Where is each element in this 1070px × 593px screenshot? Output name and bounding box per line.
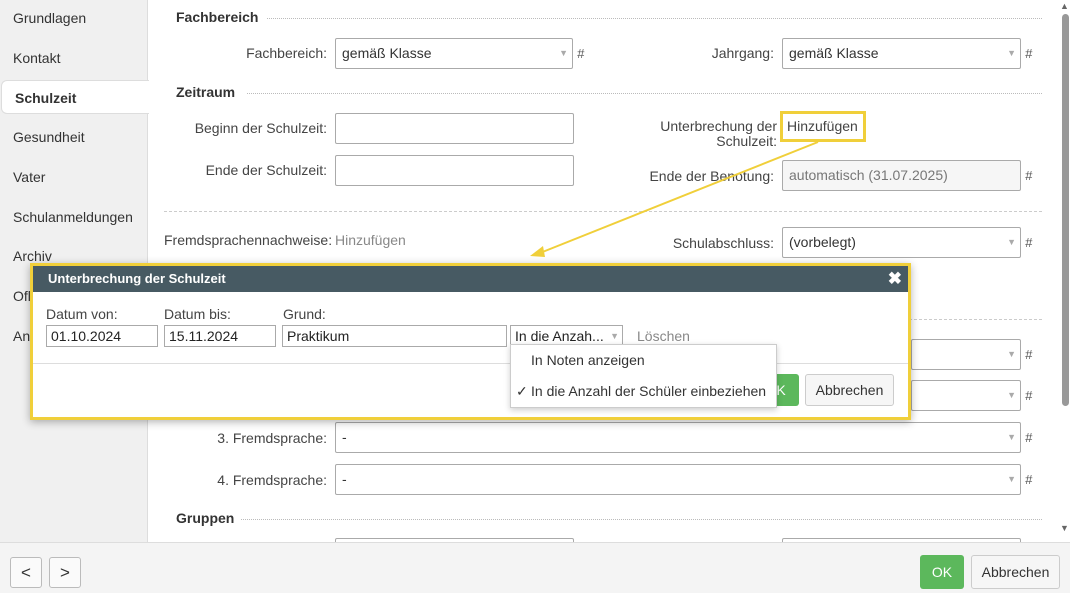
unterbrechung-label-line2: Schulzeit: — [716, 133, 777, 149]
fremdsprachen-label: Fremdsprachennachweise: — [164, 232, 333, 248]
fremdsprache-4-select[interactable]: - ▼ — [335, 464, 1021, 495]
cancel-button[interactable]: Abbrechen — [971, 555, 1060, 589]
section-divider — [241, 519, 1042, 520]
schulabschluss-label: Schulabschluss: — [672, 235, 774, 251]
hash-icon[interactable]: # — [577, 46, 584, 61]
hash-icon[interactable]: # — [1025, 388, 1032, 403]
chevron-down-icon: ▼ — [1007, 237, 1016, 247]
jahrgang-label: Jahrgang: — [711, 45, 774, 61]
section-divider — [247, 93, 1042, 94]
sidebar-item-gesundheit[interactable]: Gesundheit — [0, 120, 148, 154]
vertical-scrollbar[interactable]: ▲ ▼ — [1059, 0, 1070, 542]
section-divider — [267, 18, 1042, 19]
grund-label: Grund: — [283, 306, 326, 322]
fremdsprache-3-value: - — [342, 429, 347, 445]
hash-icon[interactable]: # — [1025, 235, 1032, 250]
ok-button[interactable]: OK — [920, 555, 964, 589]
datum-von-label: Datum von: — [46, 306, 118, 322]
scroll-up-icon[interactable]: ▲ — [1060, 1, 1069, 11]
section-title-zeitraum: Zeitraum — [176, 84, 236, 100]
dialog-title: Unterbrechung der Schulzeit — [48, 271, 226, 286]
dashed-divider — [909, 319, 1042, 320]
hidden-select-1[interactable]: ▼ — [911, 339, 1021, 370]
unterbrechung-dialog: Unterbrechung der Schulzeit ✖ Datum von:… — [30, 263, 911, 420]
sidebar-item-kontakt[interactable]: Kontakt — [0, 41, 148, 75]
chevron-down-icon: ▼ — [1007, 432, 1016, 442]
loeschen-link[interactable]: Löschen — [637, 328, 690, 344]
grund-input[interactable]: Praktikum — [282, 325, 507, 347]
dropdown-option-label: In die Anzahl der Schüler einbeziehen — [531, 383, 767, 399]
chevron-down-icon: ▼ — [559, 48, 568, 58]
fremdsprache-3-label: 3. Fremdsprache: — [217, 430, 327, 446]
next-button[interactable]: > — [49, 557, 81, 588]
dashed-divider — [164, 211, 1042, 212]
chevron-down-icon: ▼ — [1007, 474, 1016, 484]
jahrgang-select[interactable]: gemäß Klasse ▼ — [782, 38, 1021, 69]
unterbrechung-label-line1: Unterbrechung der — [660, 118, 777, 134]
chevron-down-icon: ▼ — [1007, 349, 1016, 359]
unterbrechung-add-button[interactable]: Hinzufügen — [780, 111, 866, 142]
fremdsprache-4-value: - — [342, 471, 347, 487]
hash-icon[interactable]: # — [1025, 168, 1032, 183]
schulabschluss-select[interactable]: (vorbelegt) ▼ — [782, 227, 1021, 258]
close-icon[interactable]: ✖ — [888, 266, 902, 292]
scroll-down-icon[interactable]: ▼ — [1060, 523, 1069, 533]
fachbereich-select[interactable]: gemäß Klasse ▼ — [335, 38, 573, 69]
beginn-label: Beginn der Schulzeit: — [194, 120, 327, 136]
anzahl-select-value: In die Anzah... — [515, 328, 604, 344]
dialog-cancel-button[interactable]: Abbrechen — [805, 374, 894, 406]
dropdown-option-label: In Noten anzeigen — [531, 352, 645, 368]
hash-icon[interactable]: # — [1025, 46, 1032, 61]
sidebar-item-schulzeit[interactable]: Schulzeit — [1, 80, 150, 114]
footer-bar: < > OK Abbrechen — [0, 542, 1070, 593]
ende-benotung-input[interactable]: automatisch (31.07.2025) — [782, 160, 1021, 191]
schulabschluss-value: (vorbelegt) — [789, 234, 856, 250]
unterbrechung-label: Unterbrechung der Schulzeit: — [639, 119, 777, 149]
check-icon: ✓ — [516, 383, 528, 399]
fachbereich-value: gemäß Klasse — [342, 45, 432, 61]
chevron-down-icon: ▼ — [1007, 390, 1016, 400]
chevron-down-icon: ▼ — [610, 331, 619, 341]
scrollbar-thumb[interactable] — [1062, 14, 1069, 406]
hidden-select-2[interactable]: ▼ — [911, 380, 1021, 411]
fremdsprache-4-label: 4. Fremdsprache: — [217, 472, 327, 488]
datum-von-input[interactable]: 01.10.2024 — [46, 325, 158, 347]
chevron-down-icon: ▼ — [1007, 48, 1016, 58]
dialog-header: Unterbrechung der Schulzeit ✖ — [33, 266, 908, 292]
ende-benotung-label: Ende der Benotung: — [649, 168, 774, 184]
fremdsprache-3-select[interactable]: - ▼ — [335, 422, 1021, 453]
fremdsprachen-add-link[interactable]: Hinzufügen — [335, 232, 406, 248]
beginn-input[interactable] — [335, 113, 574, 144]
hash-icon[interactable]: # — [1025, 472, 1032, 487]
sidebar-item-vater[interactable]: Vater — [0, 160, 148, 194]
prev-button[interactable]: < — [10, 557, 42, 588]
section-title-fachbereich: Fachbereich — [176, 9, 259, 25]
datum-bis-label: Datum bis: — [164, 306, 231, 322]
ende-input[interactable] — [335, 155, 574, 186]
anzahl-dropdown-menu: In Noten anzeigen ✓ In die Anzahl der Sc… — [510, 344, 777, 408]
section-title-gruppen: Gruppen — [176, 510, 235, 526]
fachbereich-label: Fachbereich: — [246, 45, 327, 61]
datum-bis-input[interactable]: 15.11.2024 — [164, 325, 276, 347]
hash-icon[interactable]: # — [1025, 347, 1032, 362]
sidebar-item-grundlagen[interactable]: Grundlagen — [0, 1, 148, 35]
sidebar-item-schulanmeldungen[interactable]: Schulanmeldungen — [0, 200, 148, 234]
jahrgang-value: gemäß Klasse — [789, 45, 879, 61]
dropdown-option-noten[interactable]: In Noten anzeigen — [511, 345, 776, 375]
dropdown-option-anzahl[interactable]: ✓ In die Anzahl der Schüler einbeziehen — [511, 376, 776, 406]
hash-icon[interactable]: # — [1025, 430, 1032, 445]
ende-label: Ende der Schulzeit: — [205, 162, 327, 178]
